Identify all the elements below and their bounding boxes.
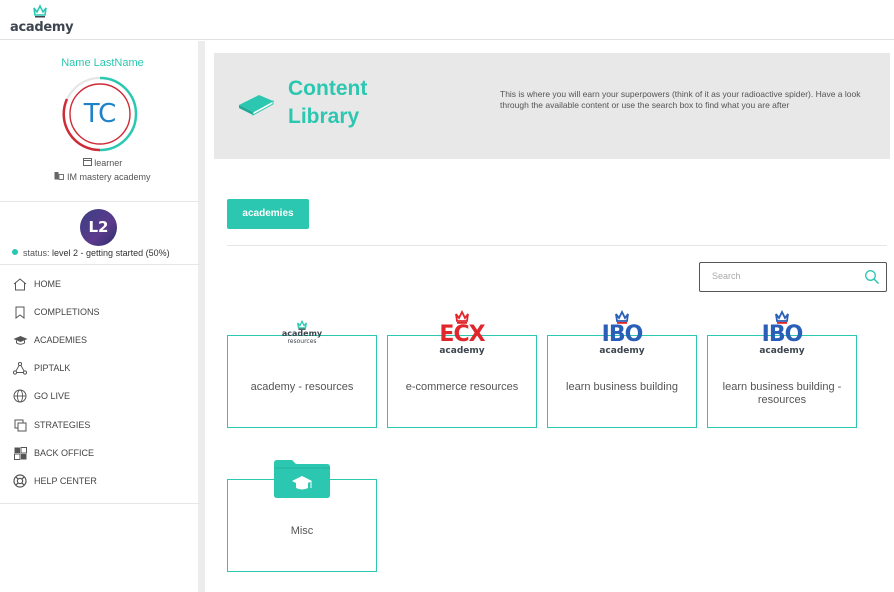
sidebar: Name LastName TC learner IM mastery acad… (0, 41, 199, 592)
content-divider (227, 245, 887, 246)
book-icon (239, 95, 274, 116)
logo-main-text: IBO (601, 322, 644, 347)
status-prefix: status: (23, 248, 50, 258)
graduation-cap-icon (10, 332, 30, 348)
bookmark-icon (10, 304, 30, 320)
crown-logo-icon (33, 4, 47, 18)
sidebar-item-strategies[interactable]: STRATEGIES (0, 414, 199, 436)
home-icon (10, 276, 30, 292)
sidebar-item-home[interactable]: HOME (0, 273, 199, 295)
avatar[interactable]: TC (61, 75, 139, 153)
content-card-learn-business-building[interactable]: IBO academy learn business building (547, 310, 697, 428)
main-content: Content Library This is where you will e… (205, 41, 894, 592)
folder-graduation-icon (274, 460, 330, 498)
page-description: This is where you will earn your superpo… (500, 89, 861, 110)
logo-sub-text: resources (287, 338, 317, 345)
logo-text: academy (10, 20, 74, 35)
sidebar-divider (0, 503, 199, 504)
ibo-logo: IBO academy (708, 310, 856, 362)
role-label: learner (94, 158, 123, 168)
sidebar-item-label: HOME (34, 279, 61, 289)
avatar-initials: TC (83, 99, 117, 129)
logo-main-text: academy (281, 329, 323, 338)
search-box[interactable] (699, 262, 887, 292)
content-card-learn-business-building-resources[interactable]: IBO academy learn business building - re… (707, 310, 857, 428)
sidebar-item-help-center[interactable]: HELP CENTER (0, 470, 199, 492)
card-label: learn business building - resources (722, 381, 842, 406)
sidebar-divider (0, 201, 199, 202)
calendar-icon (82, 158, 95, 168)
logo-main-text: ECX (439, 322, 485, 347)
globe-icon (10, 388, 30, 404)
lifebuoy-icon (10, 473, 30, 489)
content-card-academy-resources[interactable]: academy resources academy - resources (227, 320, 377, 428)
sidebar-divider (0, 264, 199, 265)
page-title: Content Library (288, 77, 368, 128)
profile-name: Name LastName (61, 57, 144, 69)
sidebar-item-academies[interactable]: ACADEMIES (0, 329, 199, 351)
academy-resources-logo: academy resources (228, 320, 376, 372)
network-icon (10, 360, 30, 376)
sidebar-item-label: COMPLETIONS (34, 307, 100, 317)
content-card-misc[interactable]: Misc (227, 460, 377, 572)
organization-label: IM mastery academy (66, 172, 151, 182)
sidebar-item-label: STRATEGIES (34, 420, 91, 430)
logo-sub-text: academy (759, 346, 805, 356)
status-dot-icon (12, 249, 18, 255)
logo-sub-text: academy (439, 346, 485, 356)
organization-line: IM mastery academy (0, 171, 205, 182)
search-icon[interactable] (864, 269, 880, 285)
role-line: learner (0, 157, 205, 168)
sidebar-item-label: GO LIVE (34, 391, 71, 401)
ibo-logo: IBO academy (548, 310, 696, 362)
card-label: academy - resources (250, 381, 354, 393)
sidebar-item-label: HELP CENTER (34, 476, 97, 486)
sidebar-item-go-live[interactable]: GO LIVE (0, 385, 199, 407)
sidebar-item-completions[interactable]: COMPLETIONS (0, 301, 199, 323)
card-label: learn business building (566, 381, 678, 393)
search-input[interactable] (712, 271, 852, 281)
top-bar: academy (0, 0, 894, 40)
sidebar-item-label: ACADEMIES (34, 335, 88, 345)
app-logo[interactable]: academy (10, 4, 74, 36)
copy-icon (10, 417, 30, 433)
ecx-logo: ECX academy (388, 310, 536, 362)
page-hero: Content Library This is where you will e… (214, 53, 890, 159)
sidebar-item-label: PIPTALK (34, 363, 71, 373)
sidebar-item-label: BACK OFFICE (34, 448, 95, 458)
building-icon (54, 172, 67, 182)
grid-icon (10, 445, 30, 461)
logo-sub-text: academy (599, 346, 645, 356)
card-label: Misc (290, 525, 314, 537)
academies-filter-button[interactable]: academies (227, 199, 309, 229)
level-badge: L2 (80, 209, 117, 246)
status-line: status: level 2 - getting started (50%) (12, 248, 170, 258)
logo-main-text: IBO (761, 322, 804, 347)
sidebar-item-piptalk[interactable]: PIPTALK (0, 357, 199, 379)
content-card-e-commerce-resources[interactable]: ECX academy e-commerce resources (387, 310, 537, 428)
status-value: level 2 - getting started (50%) (52, 248, 170, 258)
sidebar-item-back-office[interactable]: BACK OFFICE (0, 442, 199, 464)
card-label: e-commerce resources (405, 381, 519, 393)
